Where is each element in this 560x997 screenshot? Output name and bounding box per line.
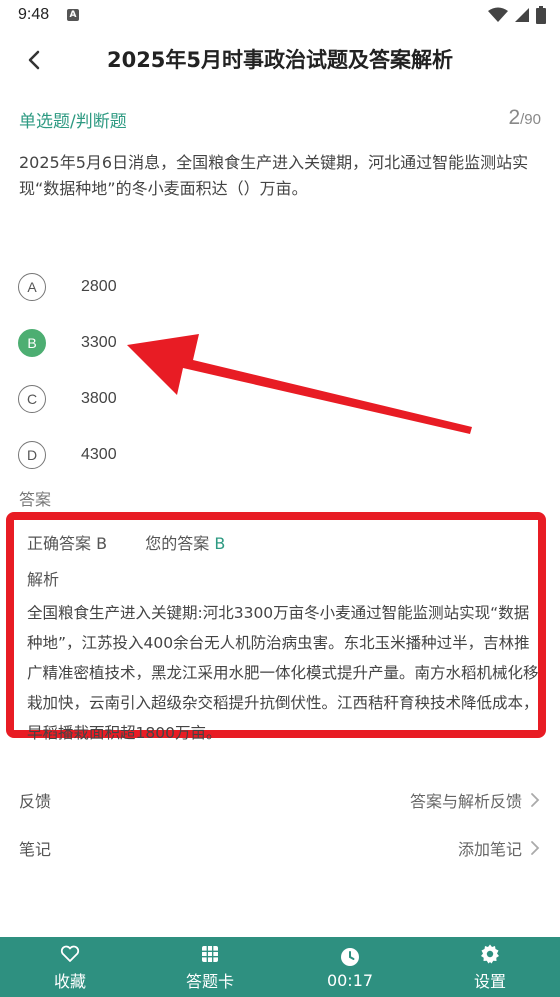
tab-favorite[interactable]: 收藏 [0, 937, 140, 997]
notes-action[interactable]: 添加笔记 [458, 836, 540, 860]
option-d[interactable]: D 4300 [18, 439, 117, 471]
correct-answer-value: B [96, 534, 108, 553]
clock-icon [341, 947, 359, 966]
question-type: 单选题/判断题 [19, 112, 127, 132]
heart-icon [60, 945, 80, 962]
option-b-text: 3300 [81, 334, 117, 351]
wifi-icon [488, 7, 508, 22]
tab-settings-label: 设置 [473, 972, 506, 991]
tab-timer[interactable]: 00:17 [280, 937, 420, 997]
answer-section-label: 答案 [19, 490, 52, 509]
system-icons [488, 6, 546, 24]
your-answer-label: 您的答案 [145, 534, 210, 553]
option-a-text: 2800 [81, 278, 117, 295]
option-d-text: 4300 [81, 446, 117, 463]
analysis-text: 全国粮食生产进入关键期:河北3300万亩冬小麦通过智能监测站实现“数据种地”，江… [27, 604, 539, 742]
notes-row[interactable]: 笔记 添加笔记 [0, 828, 560, 868]
notification-a-icon: A [67, 9, 79, 21]
page-title: 2025年5月时事政治试题及答案解析 [106, 48, 454, 72]
chevron-right-icon [531, 841, 540, 855]
tab-settings[interactable]: 设置 [420, 937, 560, 997]
answer-line: 正确答案 B 您的答案 B [27, 530, 225, 554]
option-a-letter: A [18, 273, 46, 301]
chevron-right-icon [531, 793, 540, 807]
header: 2025年5月时事政治试题及答案解析 [0, 32, 560, 88]
analysis-label: 解析 [27, 570, 60, 589]
feedback-action-text: 答案与解析反馈 [409, 792, 522, 811]
option-c[interactable]: C 3800 [18, 383, 117, 415]
question-total: /90 [520, 111, 541, 128]
gear-icon [481, 944, 499, 964]
option-b[interactable]: B 3300 [18, 327, 117, 359]
option-c-text: 3800 [81, 390, 117, 407]
your-answer-value: B [214, 534, 226, 553]
signal-icon [515, 8, 529, 22]
question-text: 2025年5月6日消息，全国粮食生产进入关键期，河北通过智能监测站实现“数据种地… [19, 153, 529, 198]
tab-favorite-label: 收藏 [53, 972, 86, 991]
option-a[interactable]: A 2800 [18, 271, 117, 303]
question-progress: 2/90 [508, 106, 541, 130]
option-c-letter: C [18, 385, 46, 413]
feedback-label: 反馈 [19, 792, 52, 811]
notes-label: 笔记 [19, 840, 52, 859]
tab-answer-card[interactable]: 答题卡 [140, 937, 280, 997]
correct-answer-label: 正确答案 [27, 534, 92, 553]
option-b-letter: B [18, 329, 46, 357]
grid-icon [202, 946, 218, 962]
timer-value: 00:17 [326, 970, 374, 990]
status-time: 9:48 [18, 6, 50, 23]
analysis-box: 正确答案 B 您的答案 B 解析 全国粮食生产进入关键期:河北3300万亩冬小麦… [6, 512, 546, 742]
notes-action-text: 添加笔记 [457, 840, 522, 859]
question-current: 2 [508, 106, 521, 129]
feedback-action[interactable]: 答案与解析反馈 [410, 788, 540, 812]
battery-icon [536, 6, 546, 24]
tab-answer-card-label: 答题卡 [185, 972, 234, 991]
option-d-letter: D [18, 441, 46, 469]
bottom-tab-bar: 收藏 答题卡 00:17 设置 [0, 937, 560, 997]
status-bar: 9:48 A [0, 0, 560, 32]
feedback-row[interactable]: 反馈 答案与解析反馈 [0, 780, 560, 820]
